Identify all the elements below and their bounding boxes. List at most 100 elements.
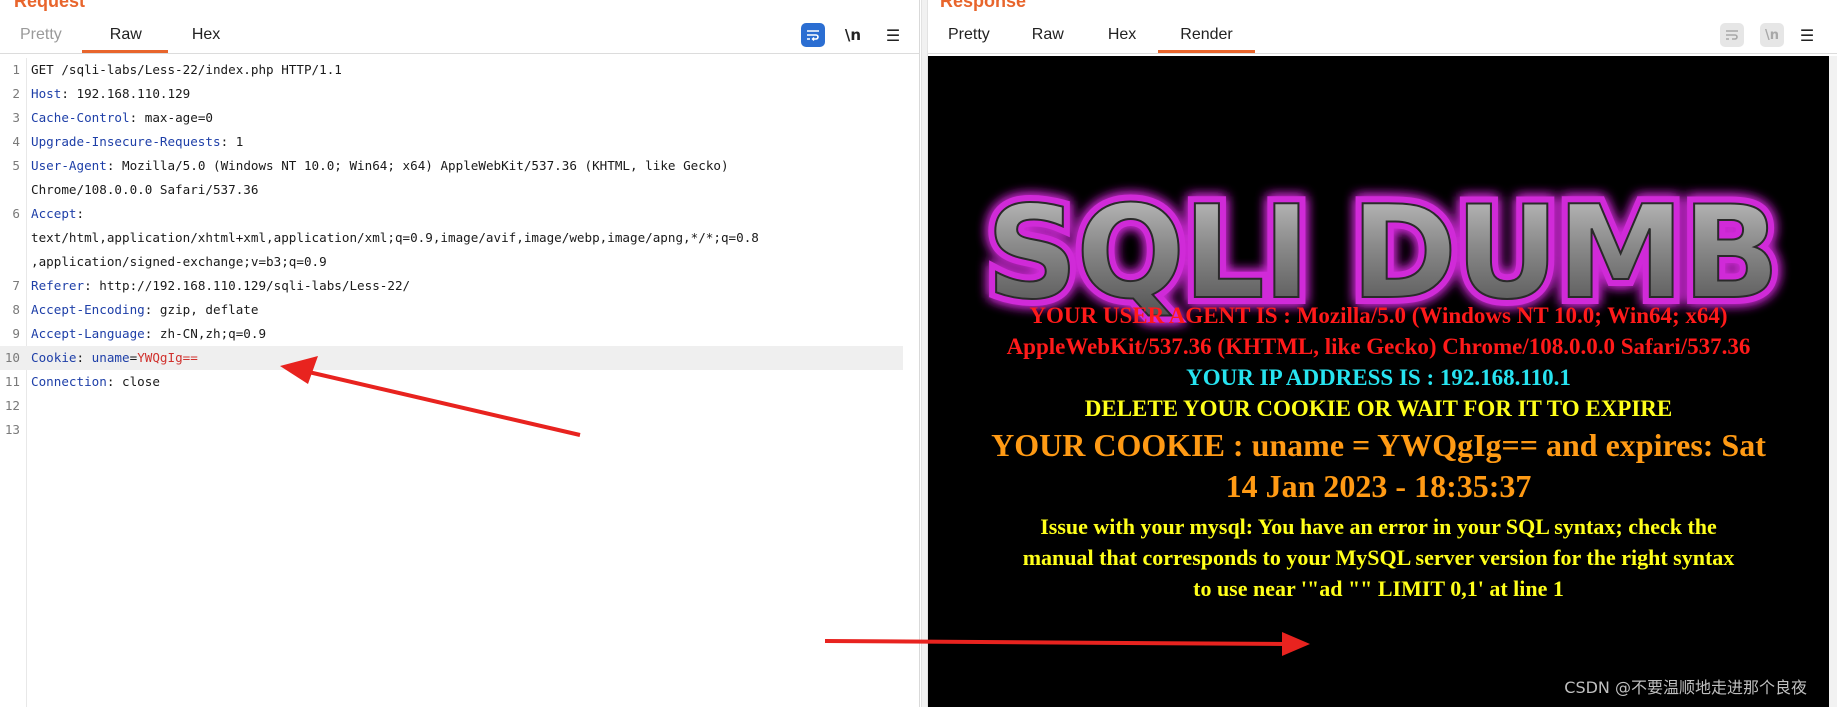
header-name: Cache-Control bbox=[31, 110, 130, 125]
header-name: Accept-Language bbox=[31, 326, 145, 341]
line-content: Referer: http://192.168.110.129/sqli-lab… bbox=[31, 278, 411, 293]
request-line[interactable]: 6 Accept: bbox=[0, 202, 903, 226]
header-value: close bbox=[122, 374, 160, 389]
sql-error-line-1: Issue with your mysql: You have an error… bbox=[1040, 514, 1717, 539]
response-show-newlines-button[interactable]: \n bbox=[1752, 22, 1792, 48]
header-value: gzip, deflate bbox=[159, 302, 259, 317]
request-tab-divider bbox=[0, 53, 919, 54]
line-number: 1 bbox=[12, 62, 20, 77]
line-number: 4 bbox=[12, 134, 20, 149]
response-menu-icon[interactable]: ☰ bbox=[1792, 22, 1822, 48]
header-value: 1 bbox=[235, 134, 244, 149]
header-name: Accept-Encoding bbox=[31, 302, 145, 317]
response-tabs: Pretty Raw Hex Render bbox=[928, 20, 1256, 53]
response-tab-divider bbox=[928, 53, 1837, 54]
delete-cookie-line: DELETE YOUR COOKIE OR WAIT FOR IT TO EXP… bbox=[1084, 396, 1673, 421]
line-content: text/html,application/xhtml+xml,applicat… bbox=[31, 230, 759, 245]
request-line[interactable]: ,application/signed-exchange;v=b3;q=0.9 bbox=[0, 250, 903, 274]
response-panel: Response Pretty Raw Hex Render \n ☰ SQLI… bbox=[928, 0, 1837, 707]
line-number: 2 bbox=[12, 86, 20, 101]
newline-icon: \n bbox=[1760, 23, 1784, 47]
user-agent-line-1: YOUR USER AGENT IS : Mozilla/5.0 (Window… bbox=[1029, 303, 1728, 328]
line-content: Accept-Encoding: gzip, deflate bbox=[31, 302, 259, 317]
rendered-page: SQLI DUMB SQLI DUMB YOUR USER AGENT IS :… bbox=[928, 56, 1829, 707]
request-line[interactable]: 3 Cache-Control: max-age=0 bbox=[0, 106, 903, 130]
request-show-newlines-button[interactable]: \n bbox=[833, 22, 873, 48]
line-number: 6 bbox=[12, 206, 20, 221]
render-scrollbar[interactable] bbox=[1829, 56, 1837, 707]
line-number: 13 bbox=[4, 422, 20, 437]
csdn-watermark: CSDN @不要温顺地走进那个良夜 bbox=[1564, 678, 1807, 697]
request-line[interactable]: 11 Connection: close bbox=[0, 370, 903, 394]
request-line[interactable]: 8 Accept-Encoding: gzip, deflate bbox=[0, 298, 903, 322]
tab-response-render[interactable]: Render bbox=[1158, 20, 1256, 53]
request-line[interactable]: 7 Referer: http://192.168.110.129/sqli-la… bbox=[0, 274, 903, 298]
line-content: Chrome/108.0.0.0 Safari/537.36 bbox=[31, 182, 259, 197]
response-word-wrap-button[interactable] bbox=[1712, 22, 1752, 48]
line-content: Upgrade-Insecure-Requests: 1 bbox=[31, 134, 244, 149]
header-name: Upgrade-Insecure-Requests bbox=[31, 134, 221, 149]
request-line[interactable]: 9 Accept-Language: zh-CN,zh;q=0.9 bbox=[0, 322, 903, 346]
header-name: Referer bbox=[31, 278, 85, 293]
request-tabs: Pretty Raw Hex bbox=[0, 20, 240, 53]
line-number: 9 bbox=[12, 326, 20, 341]
tab-request-pretty[interactable]: Pretty bbox=[0, 20, 82, 53]
line-content: Accept: bbox=[31, 206, 92, 221]
cookie-name: uname bbox=[91, 350, 130, 365]
line-content: User-Agent: Mozilla/5.0 (Windows NT 10.0… bbox=[31, 158, 729, 173]
request-line[interactable]: 1 GET /sqli-labs/Less-22/index.php HTTP/1… bbox=[0, 58, 903, 82]
response-panel-title: Response bbox=[940, 0, 1027, 11]
line-content: Connection: close bbox=[31, 374, 160, 389]
line-content: Cookie: uname=YWQgIg== bbox=[31, 350, 198, 365]
cookie-line-2: 14 Jan 2023 - 18:35:37 bbox=[1225, 468, 1532, 504]
line-number: 3 bbox=[12, 110, 20, 125]
line-number: 5 bbox=[12, 158, 20, 173]
line-number: 11 bbox=[4, 374, 20, 389]
request-line[interactable]: text/html,application/xhtml+xml,applicat… bbox=[0, 226, 903, 250]
header-value: zh-CN,zh;q=0.9 bbox=[159, 326, 267, 341]
request-line[interactable]: 2 Host: 192.168.110.129 bbox=[0, 82, 903, 106]
request-toolbar: \n ☰ bbox=[793, 22, 913, 48]
request-line[interactable]: 13 bbox=[0, 418, 903, 442]
user-agent-line-2: AppleWebKit/537.36 (KHTML, like Gecko) C… bbox=[1006, 334, 1751, 359]
request-line[interactable]: 4 Upgrade-Insecure-Requests: 1 bbox=[0, 130, 903, 154]
line-number: 8 bbox=[12, 302, 20, 317]
request-panel-title: Request bbox=[14, 0, 86, 11]
panel-split-handle[interactable] bbox=[921, 0, 928, 707]
response-toolbar: \n ☰ bbox=[1712, 22, 1822, 48]
header-name: Accept bbox=[31, 206, 77, 221]
header-value: 192.168.110.129 bbox=[76, 86, 191, 101]
tab-request-hex[interactable]: Hex bbox=[168, 20, 240, 53]
line-number: 7 bbox=[12, 278, 20, 293]
request-line[interactable]: Chrome/108.0.0.0 Safari/537.36 bbox=[0, 178, 903, 202]
tab-response-pretty[interactable]: Pretty bbox=[928, 20, 1010, 53]
request-menu-icon[interactable]: ☰ bbox=[873, 22, 913, 48]
cookie-value: YWQgIg== bbox=[137, 350, 198, 365]
sql-error-line-2: manual that corresponds to your MySQL se… bbox=[1022, 545, 1735, 570]
tab-request-raw[interactable]: Raw bbox=[81, 20, 168, 53]
request-line-cookie[interactable]: 10 Cookie: uname=YWQgIg== bbox=[0, 346, 903, 370]
request-line[interactable]: 12 bbox=[0, 394, 903, 418]
request-raw-editor[interactable]: 1 GET /sqli-labs/Less-22/index.php HTTP/1… bbox=[0, 58, 919, 707]
line-content: ,application/signed-exchange;v=b3;q=0.9 bbox=[31, 254, 327, 269]
header-name: Host bbox=[31, 86, 62, 101]
sql-error-line-3: to use near '"ad "" LIMIT 0,1' at line 1 bbox=[1193, 576, 1564, 601]
word-wrap-icon bbox=[801, 23, 825, 47]
request-panel: Request Pretty Raw Hex \n ☰ 1 GET /sqli-l… bbox=[0, 0, 920, 707]
header-name: Cookie bbox=[31, 350, 77, 365]
line-content: Host: 192.168.110.129 bbox=[31, 86, 191, 101]
header-value: Mozilla/5.0 (Windows NT 10.0; Win64; x64… bbox=[122, 158, 729, 173]
word-wrap-icon bbox=[1720, 23, 1744, 47]
request-word-wrap-button[interactable] bbox=[793, 22, 833, 48]
tab-response-raw[interactable]: Raw bbox=[1010, 20, 1086, 53]
request-line[interactable]: 5 User-Agent: Mozilla/5.0 (Windows NT 10.… bbox=[0, 154, 903, 178]
burp-repeater-window: Request Pretty Raw Hex \n ☰ 1 GET /sqli-l… bbox=[0, 0, 1837, 707]
line-number: 10 bbox=[4, 350, 20, 365]
ip-address-line: YOUR IP ADDRESS IS : 192.168.110.1 bbox=[1186, 365, 1571, 390]
tab-response-hex[interactable]: Hex bbox=[1086, 20, 1158, 53]
line-content: GET /sqli-labs/Less-22/index.php HTTP/1.… bbox=[31, 62, 342, 77]
line-content: Accept-Language: zh-CN,zh;q=0.9 bbox=[31, 326, 267, 341]
header-value: http://192.168.110.129/sqli-labs/Less-22… bbox=[99, 278, 411, 293]
line-content: Cache-Control: max-age=0 bbox=[31, 110, 213, 125]
line-number: 12 bbox=[4, 398, 20, 413]
